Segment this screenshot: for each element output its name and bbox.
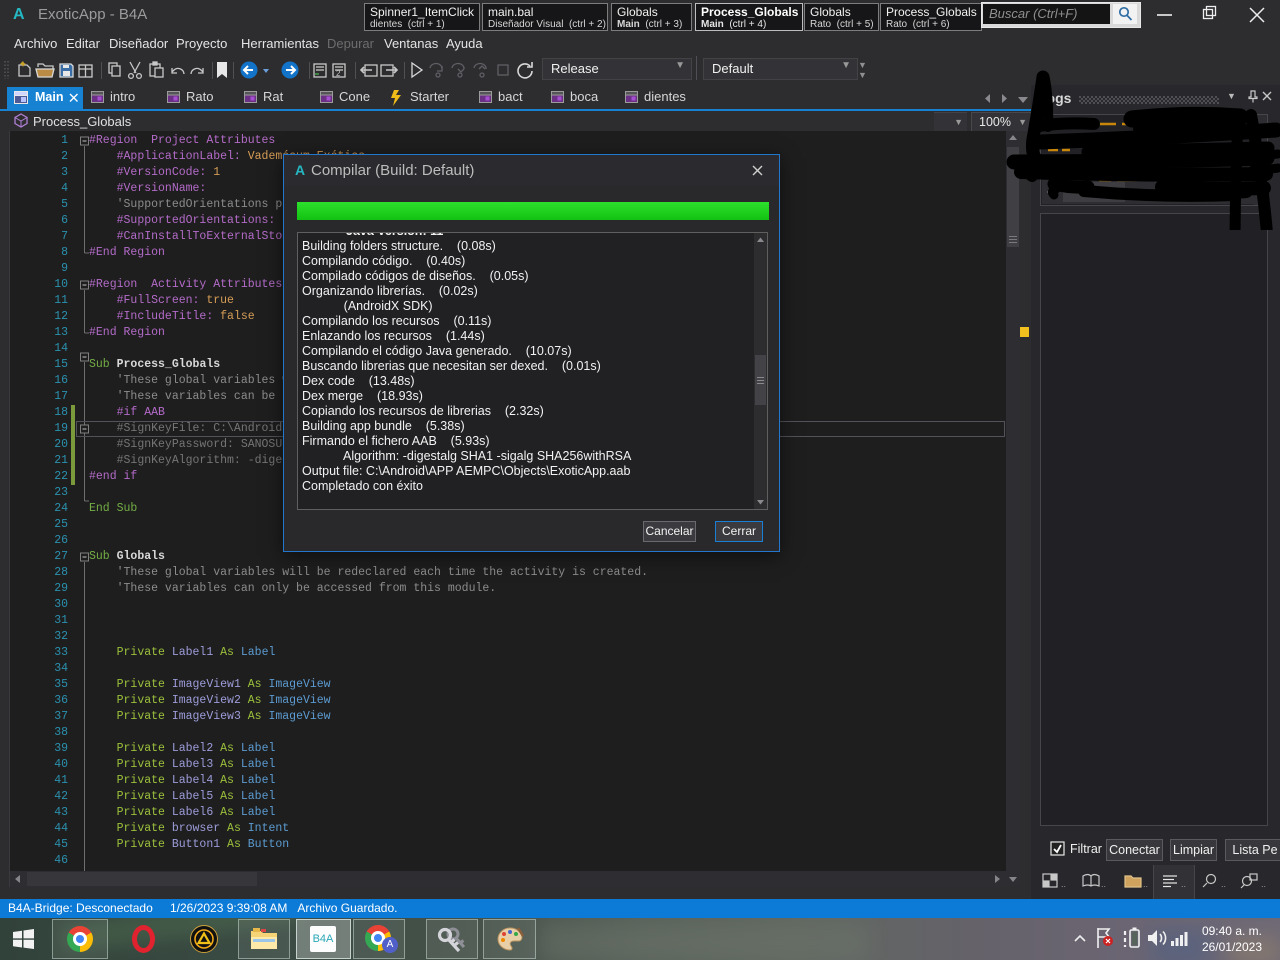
svg-text:..: .. <box>1101 879 1106 889</box>
svg-text:..: .. <box>1143 879 1148 889</box>
svg-text:..: .. <box>1181 879 1186 889</box>
svg-text:..: .. <box>1261 879 1266 889</box>
svg-text:..: .. <box>1221 879 1226 889</box>
svg-text:..: .. <box>1061 879 1066 889</box>
svg-text:2: 2 <box>336 69 341 78</box>
